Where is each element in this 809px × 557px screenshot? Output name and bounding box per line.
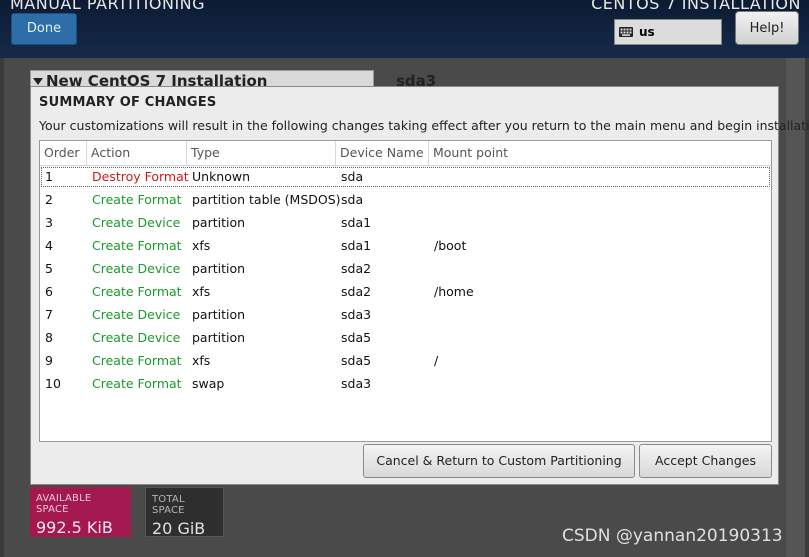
available-space-label: AVAILABLE SPACE (36, 493, 92, 515)
row-order: 1 (45, 169, 53, 184)
keyboard-icon (619, 27, 633, 37)
table-row[interactable]: 10 Create Format swap sda3 (41, 374, 770, 394)
table-row[interactable]: 8 Create Device partition sda5 (41, 328, 770, 348)
row-action: Create Device (92, 215, 181, 230)
expander-icon (33, 78, 43, 85)
keyboard-layout-indicator[interactable]: us (614, 19, 722, 45)
column-header-device-name[interactable]: Device Name (336, 141, 429, 165)
page-title: MANUAL PARTITIONING (10, 0, 206, 13)
row-device: sda5 (341, 330, 372, 345)
row-order: 7 (45, 307, 53, 322)
row-device: sda3 (341, 307, 372, 322)
row-type: xfs (192, 284, 211, 299)
row-action: Create Format (92, 284, 182, 299)
row-order: 8 (45, 330, 53, 345)
column-header-order[interactable]: Order (40, 141, 87, 165)
row-mount: / (434, 353, 439, 368)
row-action: Destroy Format (92, 169, 189, 184)
header-bar: MANUAL PARTITIONING CENTOS 7 INSTALLATIO… (0, 0, 809, 58)
available-space-box: AVAILABLE SPACE 992.5 KiB (30, 487, 131, 537)
table-header: Order Action Type Device Name Mount poin… (40, 141, 771, 166)
available-space-value: 992.5 KiB (36, 518, 113, 537)
row-type: partition (192, 215, 246, 230)
total-space-value: 20 GiB (152, 519, 206, 538)
row-type: xfs (192, 353, 211, 368)
table-row[interactable]: 3 Create Device partition sda1 (41, 213, 770, 233)
table-row[interactable]: 4 Create Format xfs sda1 /boot (41, 236, 770, 256)
row-order: 2 (45, 192, 53, 207)
table-row[interactable]: 6 Create Format xfs sda2 /home (41, 282, 770, 302)
row-device: sda1 (341, 238, 372, 253)
row-type: partition (192, 261, 246, 276)
row-action: Create Format (92, 238, 182, 253)
table-row[interactable]: 5 Create Device partition sda2 (41, 259, 770, 279)
row-type: partition (192, 330, 246, 345)
dialog-description: Your customizations will result in the f… (39, 118, 809, 133)
total-space-box: TOTAL SPACE 20 GiB (145, 487, 224, 538)
summary-of-changes-dialog: SUMMARY OF CHANGES Your customizations w… (30, 86, 809, 485)
row-action: Create Format (92, 192, 182, 207)
dialog-title: SUMMARY OF CHANGES (39, 95, 217, 110)
row-action: Create Format (92, 353, 182, 368)
row-order: 3 (45, 215, 53, 230)
table-row[interactable]: 9 Create Format xfs sda5 / (41, 351, 770, 371)
column-header-type[interactable]: Type (187, 141, 336, 165)
row-type: partition table (MSDOS) (192, 192, 341, 207)
row-device: sda (341, 192, 364, 207)
row-order: 4 (45, 238, 53, 253)
row-order: 9 (45, 353, 53, 368)
keyboard-layout-label: us (639, 25, 655, 39)
table-row[interactable]: 2 Create Format partition table (MSDOS) … (41, 190, 770, 210)
row-device: sda2 (341, 284, 372, 299)
row-action: Create Device (92, 261, 181, 276)
row-action: Create Device (92, 330, 181, 345)
done-button[interactable]: Done (11, 13, 77, 45)
column-header-action[interactable]: Action (87, 141, 187, 165)
row-device: sda1 (341, 215, 372, 230)
row-action: Create Format (92, 376, 182, 391)
row-order: 5 (45, 261, 53, 276)
cancel-return-button[interactable]: Cancel & Return to Custom Partitioning (363, 444, 635, 478)
row-type: xfs (192, 238, 211, 253)
row-order: 10 (45, 376, 61, 391)
table-row[interactable]: 7 Create Device partition sda3 (41, 305, 770, 325)
watermark: CSDN @yannan20190313 (562, 526, 783, 546)
table-row[interactable]: 1 Destroy Format Unknown sda (41, 167, 770, 187)
row-device: sda2 (341, 261, 372, 276)
help-button[interactable]: Help! (735, 11, 799, 45)
total-space-label: TOTAL SPACE (152, 494, 185, 516)
row-type: Unknown (192, 169, 251, 184)
row-type: partition (192, 307, 246, 322)
row-device: sda (341, 169, 364, 184)
row-device: sda3 (341, 376, 372, 391)
column-header-mount-point[interactable]: Mount point (429, 141, 771, 165)
row-mount: /boot (434, 238, 467, 253)
row-order: 6 (45, 284, 53, 299)
row-mount: /home (434, 284, 474, 299)
accept-changes-button[interactable]: Accept Changes (639, 444, 772, 478)
row-action: Create Device (92, 307, 181, 322)
row-device: sda5 (341, 353, 372, 368)
changes-table[interactable]: Order Action Type Device Name Mount poin… (39, 140, 772, 442)
row-type: swap (192, 376, 225, 391)
